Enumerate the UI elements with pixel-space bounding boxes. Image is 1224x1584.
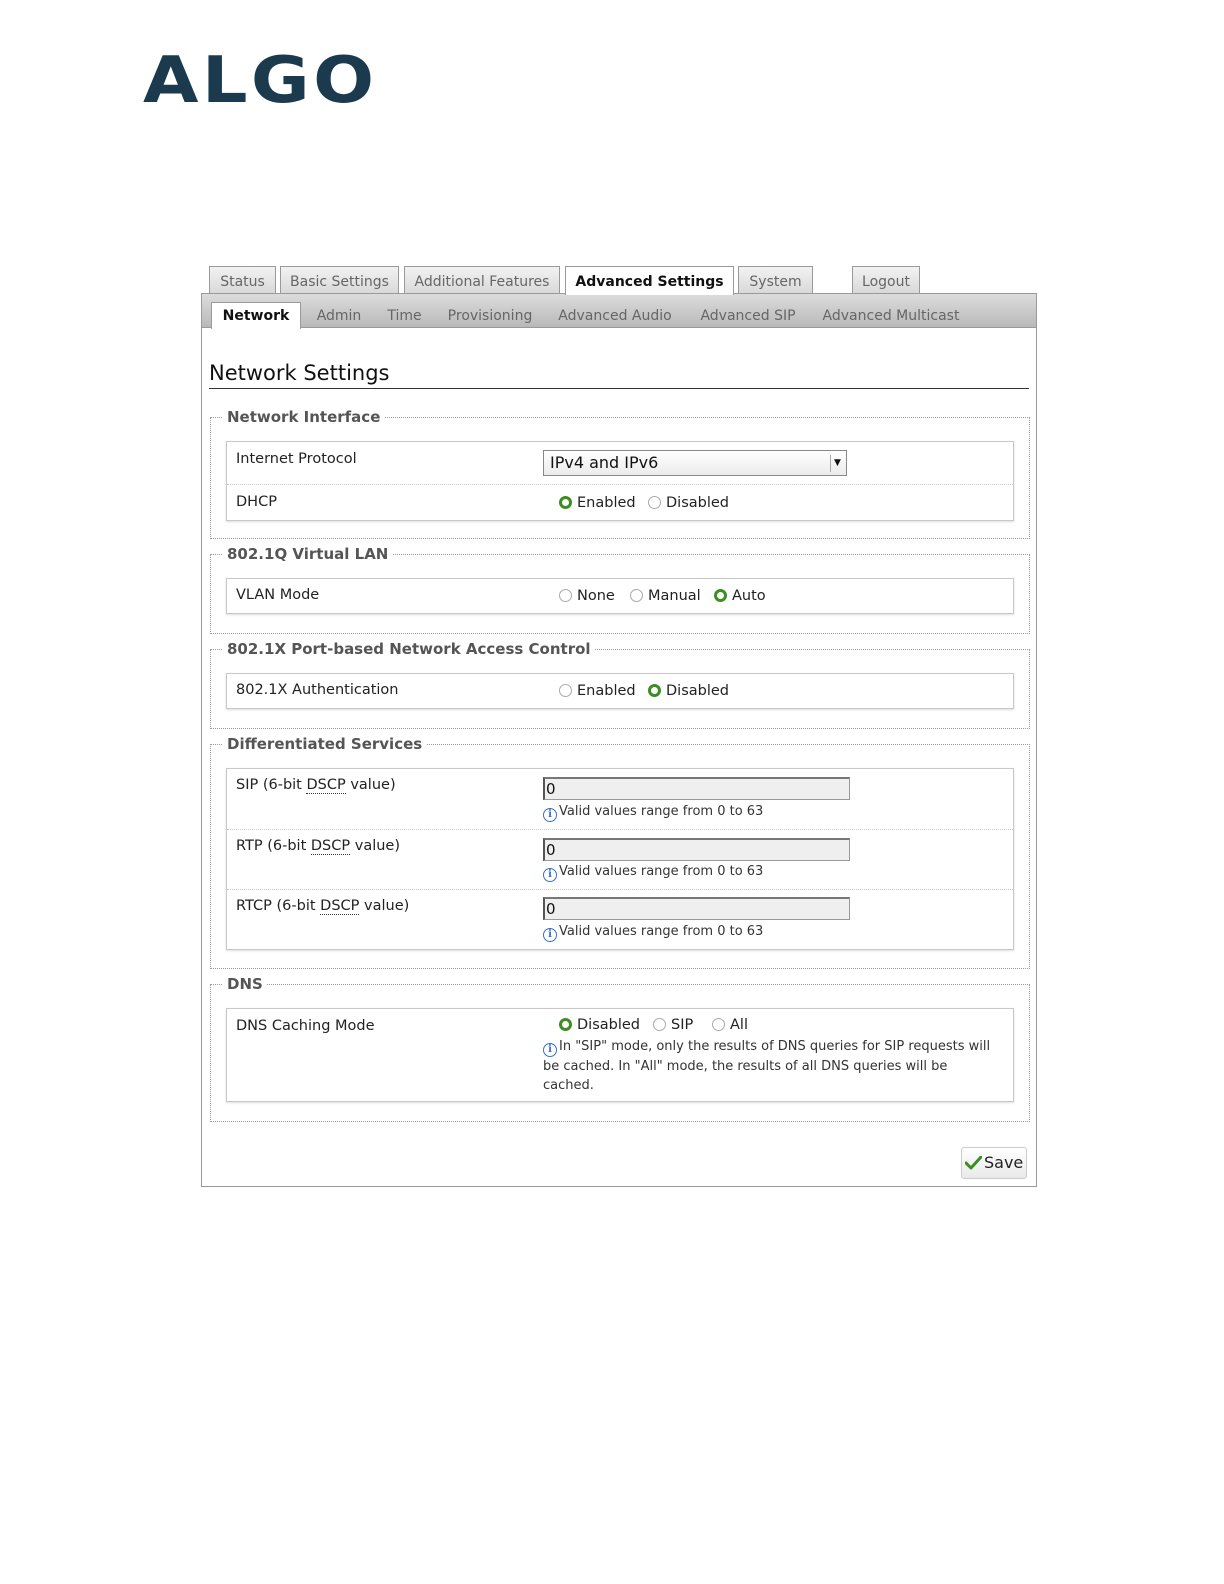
network-interface-rows: Internet Protocol IPv4 and IPv6 ▼ DHCP E… [226,441,1014,521]
info-icon: i [543,1043,557,1057]
dns-section: DNS DNS Caching Mode Disabled SIP All iI… [210,975,1030,1122]
radio-label: None [577,588,615,604]
section-legend: DNS [227,975,263,993]
diffserv-rows: SIP (6-bit DSCP value) iValid values ran… [226,768,1014,950]
info-icon: i [543,868,557,882]
radio-label: Disabled [666,683,729,699]
radio-unchecked-icon [648,496,661,509]
section-legend: 802.1X Port-based Network Access Control [227,640,591,658]
rtp-dscp-input[interactable] [543,838,850,861]
chevron-down-icon: ▼ [830,455,844,472]
differentiated-services-section: Differentiated Services SIP (6-bit DSCP … [210,735,1030,969]
port-access-rows: 802.1X Authentication Enabled Disabled [226,673,1014,709]
rtp-dscp-label: RTP (6-bit DSCP value) [236,838,400,855]
network-interface-section: Network Interface Internet Protocol IPv4… [210,408,1030,539]
radio-label: Auto [732,588,766,604]
rtp-dscp-row: RTP (6-bit DSCP value) iValid values ran… [227,829,1013,889]
rtcp-dscp-input[interactable] [543,897,850,920]
authentication-row: 802.1X Authentication Enabled Disabled [227,674,1013,708]
vlan-rows: VLAN Mode None Manual Auto [226,578,1014,614]
subtab-provisioning[interactable]: Provisioning [444,303,536,327]
radio-unchecked-icon [559,684,572,697]
radio-label: Disabled [577,1017,640,1033]
radio-label: All [730,1017,748,1033]
tab-additional-features[interactable]: Additional Features [404,266,560,294]
sub-navigation: Network Admin Time Provisioning Advanced… [202,294,1036,329]
rtcp-dscp-row: RTCP (6-bit DSCP value) iValid values ra… [227,889,1013,949]
subtab-advanced-multicast[interactable]: Advanced Multicast [818,303,964,327]
checkmark-icon [965,1156,982,1170]
dhcp-row: DHCP Enabled Disabled [227,484,1013,520]
vlan-mode-row: VLAN Mode None Manual Auto [227,579,1013,613]
subtab-admin[interactable]: Admin [310,303,368,327]
dscp-abbr: DSCP [310,838,351,855]
radio-unchecked-icon [712,1018,725,1031]
radio-checked-icon [559,496,572,509]
dns-caching-label: DNS Caching Mode [236,1018,375,1034]
radio-label: Disabled [666,495,729,511]
dns-caching-row: DNS Caching Mode Disabled SIP All i In "S… [227,1009,1013,1101]
sip-dscp-hint: i Valid values range from 0 to 63 [543,804,763,822]
vlan-section: 802.1Q Virtual LAN VLAN Mode None Manual… [210,545,1030,634]
radio-unchecked-icon [653,1018,666,1031]
info-icon: i [543,808,557,822]
internet-protocol-select[interactable]: IPv4 and IPv6 ▼ [543,450,847,476]
radio-label: Enabled [577,683,636,699]
subtab-advanced-audio[interactable]: Advanced Audio [555,303,675,327]
tab-logout[interactable]: Logout [852,266,920,294]
radio-checked-icon [714,589,727,602]
rtcp-dscp-label: RTCP (6-bit DSCP value) [236,898,410,915]
radio-unchecked-icon [559,589,572,602]
dns-caching-hint: i In "SIP" mode, only the results of DNS … [543,1039,991,1093]
dns-rows: DNS Caching Mode Disabled SIP All i In "S… [226,1008,1014,1102]
internet-protocol-value: IPv4 and IPv6 [550,453,659,472]
rtcp-dscp-hint: i Valid values range from 0 to 63 [543,924,763,942]
dscp-abbr: DSCP [320,898,360,915]
dscp-abbr: DSCP [306,777,346,794]
algo-logo: ALGO [143,44,378,118]
subtab-network[interactable]: Network [211,302,301,329]
radio-unchecked-icon [630,589,643,602]
page-title: Network Settings [209,361,1029,389]
sip-dscp-input[interactable] [543,777,850,800]
section-legend: Network Interface [227,408,381,426]
subtab-advanced-sip[interactable]: Advanced SIP [694,303,802,327]
tab-advanced-settings[interactable]: Advanced Settings [565,266,734,295]
sip-dscp-label: SIP (6-bit DSCP value) [236,777,396,794]
radio-label: SIP [671,1017,694,1033]
save-button[interactable]: Save [961,1147,1027,1179]
settings-panel: Network Admin Time Provisioning Advanced… [201,293,1037,1187]
authentication-label: 802.1X Authentication [236,682,399,698]
subtab-time[interactable]: Time [382,303,427,327]
info-icon: i [543,928,557,942]
section-legend: Differentiated Services [227,735,423,753]
save-label: Save [984,1153,1024,1172]
radio-checked-icon [648,684,661,697]
sip-dscp-row: SIP (6-bit DSCP value) iValid values ran… [227,769,1013,829]
internet-protocol-label: Internet Protocol [236,451,357,467]
internet-protocol-row: Internet Protocol IPv4 and IPv6 ▼ [227,442,1013,484]
radio-checked-icon [559,1018,572,1031]
port-access-control-section: 802.1X Port-based Network Access Control… [210,640,1030,729]
vlan-mode-label: VLAN Mode [236,587,320,603]
tab-status[interactable]: Status [209,266,276,294]
radio-label: Enabled [577,495,636,511]
tab-basic-settings[interactable]: Basic Settings [280,266,399,294]
radio-label: Manual [648,588,701,604]
section-legend: 802.1Q Virtual LAN [227,545,389,563]
rtp-dscp-hint: i Valid values range from 0 to 63 [543,864,763,882]
tab-system[interactable]: System [738,266,813,294]
dhcp-label: DHCP [236,494,277,510]
